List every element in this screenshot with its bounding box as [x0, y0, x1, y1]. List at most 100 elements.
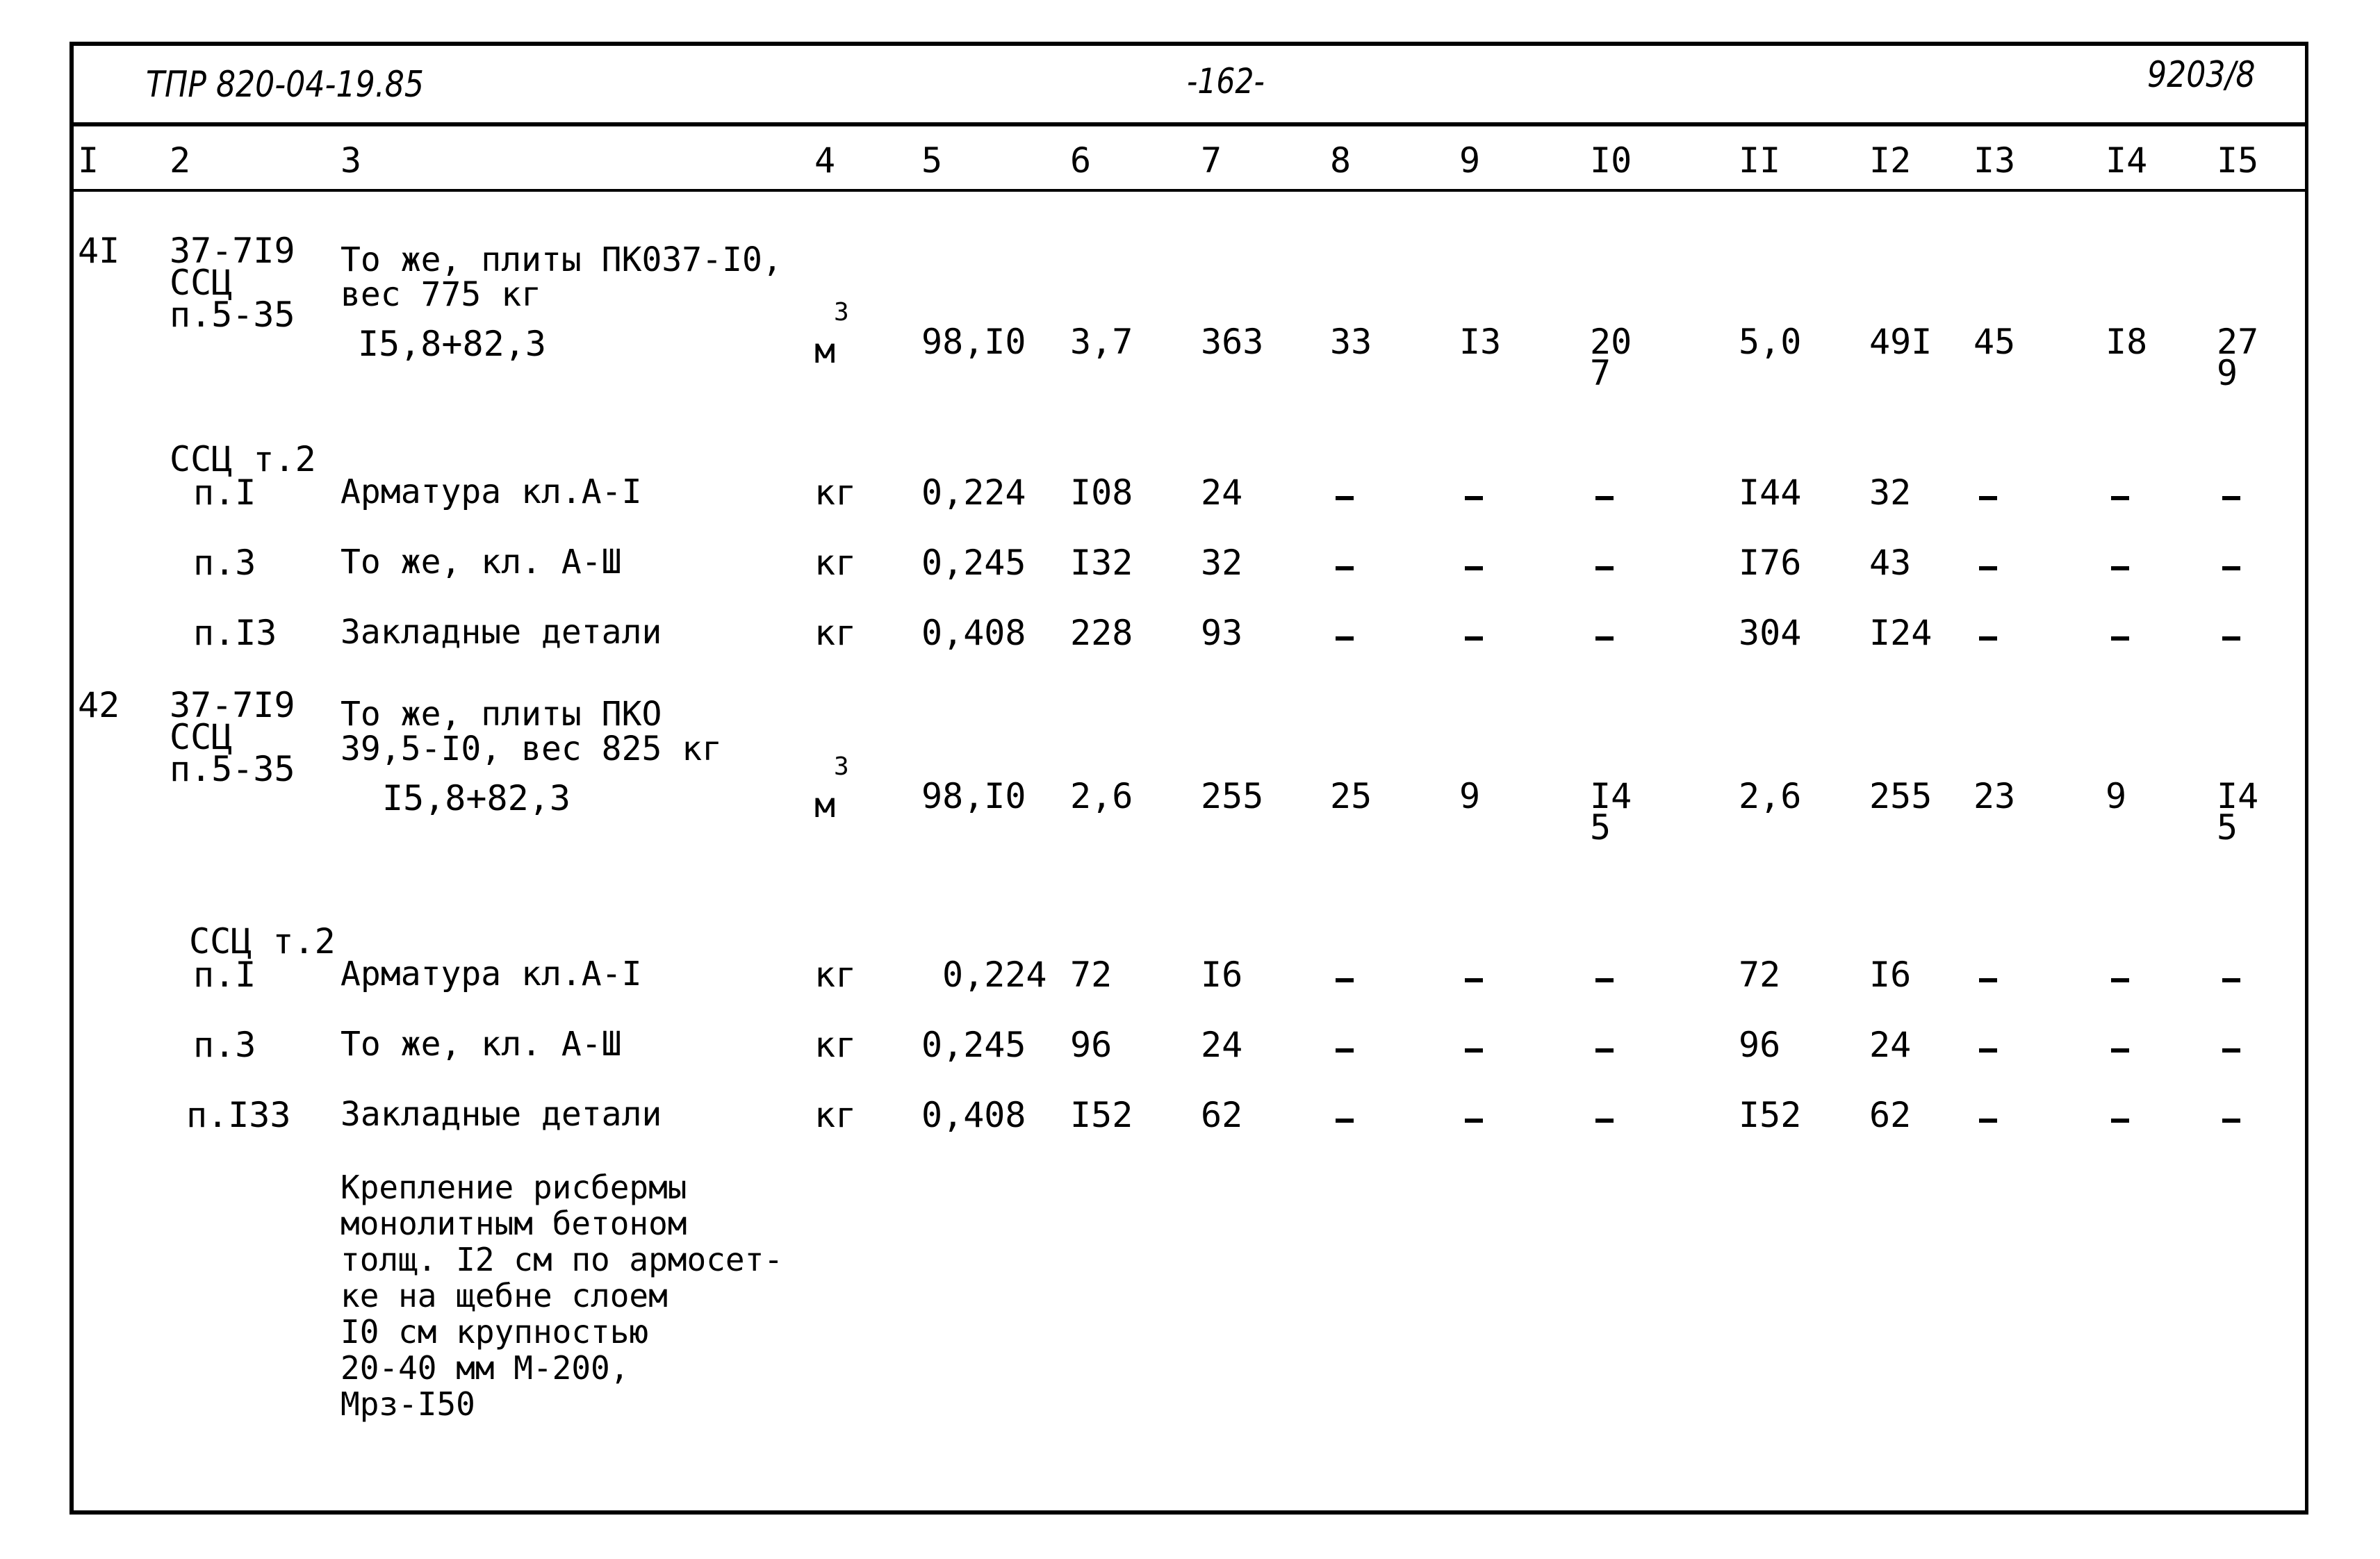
- value-col-9: 9: [1459, 776, 1481, 816]
- sub-row-unit: кг: [814, 613, 857, 653]
- empty-value-dash: [1979, 566, 1997, 570]
- sub-row-ref: п.I: [193, 472, 256, 513]
- empty-value-dash: [1336, 636, 1354, 641]
- sub-row-unit: кг: [814, 1025, 857, 1065]
- value-col-6: 2,6: [1070, 776, 1133, 816]
- sub-row-ref: п.3: [193, 543, 256, 583]
- unit: м: [814, 331, 836, 371]
- value-col-5: 98,I0: [921, 776, 1026, 816]
- sub-row-value-col-5: 0,408: [921, 1095, 1026, 1135]
- row-number: 42: [78, 685, 120, 725]
- sub-row-value-col-11: I76: [1739, 543, 1802, 583]
- sub-row-value-col-5: 0,245: [921, 1025, 1026, 1065]
- value-col-14: 9: [2106, 776, 2127, 816]
- value-col-8: 33: [1330, 322, 1372, 362]
- sub-row-unit: кг: [814, 1095, 857, 1135]
- empty-value-dash: [2222, 566, 2240, 570]
- doc-code: ТПР 820-04-19.85: [146, 64, 424, 106]
- sub-row-value-col-6: I32: [1070, 543, 1133, 583]
- value-col-15: 27 9: [2217, 322, 2259, 393]
- empty-value-dash: [1465, 1048, 1483, 1053]
- unit-exponent: 3: [834, 298, 849, 327]
- value-col-11: 2,6: [1739, 776, 1802, 816]
- note-text: Крепление рисбермы монолитным бетоном толщ…: [340, 1169, 783, 1423]
- sub-row-description: Закладные детали: [340, 1095, 662, 1134]
- note-line: монолитным бетоном: [340, 1204, 687, 1242]
- empty-value-dash: [1465, 978, 1483, 982]
- sub-row-ref: п.I33: [186, 1095, 291, 1135]
- note-line: толщ. I2 см по армосет-: [340, 1240, 783, 1278]
- value-col-13: 45: [1973, 322, 2016, 362]
- empty-value-dash: [2111, 496, 2129, 500]
- sub-row-description: То же, кл. А-Ш: [340, 1025, 622, 1064]
- sub-row-value-col-11: I44: [1739, 472, 1802, 513]
- column-number-3: 3: [340, 140, 362, 181]
- empty-value-dash: [1336, 1048, 1354, 1053]
- sub-row-value-col-7: I6: [1201, 955, 1243, 995]
- empty-value-dash: [2222, 636, 2240, 641]
- empty-value-dash: [1336, 566, 1354, 570]
- empty-value-dash: [1465, 636, 1483, 641]
- empty-value-dash: [2222, 496, 2240, 500]
- empty-value-dash: [1465, 566, 1483, 570]
- value-col-12: 49I: [1869, 322, 1932, 362]
- unit: м: [814, 785, 836, 825]
- sub-row-ref: п.I3: [193, 613, 277, 653]
- value-col-15: I4 5: [2217, 776, 2259, 848]
- empty-value-dash: [2222, 1119, 2240, 1123]
- value-col-8: 25: [1330, 776, 1372, 816]
- value-col-12: 255: [1869, 776, 1932, 816]
- empty-value-dash: [1595, 636, 1614, 641]
- sub-row-value-col-12: 32: [1869, 472, 1912, 513]
- column-number-15: I5: [2217, 140, 2259, 181]
- empty-value-dash: [1595, 978, 1614, 982]
- description-line: То же, плиты ПКО: [340, 695, 662, 734]
- sub-row-unit: кг: [814, 472, 857, 513]
- empty-value-dash: [1336, 496, 1354, 500]
- empty-value-dash: [1979, 496, 1997, 500]
- sheet-code: 9203/8: [2147, 54, 2256, 96]
- row-number: 4I: [78, 231, 120, 271]
- empty-value-dash: [2222, 1048, 2240, 1053]
- column-number-12: I2: [1869, 140, 1912, 181]
- sub-row-ref: п.3: [193, 1025, 256, 1065]
- empty-value-dash: [2111, 1119, 2129, 1123]
- empty-value-dash: [1465, 1119, 1483, 1123]
- column-header-divider: [69, 189, 2308, 192]
- sub-row-value-col-6: I08: [1070, 472, 1133, 513]
- sub-row-value-col-6: 72: [1070, 955, 1113, 995]
- value-col-14: I8: [2106, 322, 2148, 362]
- note-line: Мрз-I50: [340, 1385, 475, 1423]
- column-number-14: I4: [2106, 140, 2148, 181]
- value-col-13: 23: [1973, 776, 2016, 816]
- empty-value-dash: [1595, 1119, 1614, 1123]
- empty-value-dash: [2222, 978, 2240, 982]
- sub-row-value-col-12: I6: [1869, 955, 1912, 995]
- empty-value-dash: [2111, 1048, 2129, 1053]
- value-col-6: 3,7: [1070, 322, 1133, 362]
- empty-value-dash: [1979, 978, 1997, 982]
- value-col-7: 255: [1201, 776, 1264, 816]
- column-number-7: 7: [1201, 140, 1222, 181]
- sub-row-description: То же, кл. А-Ш: [340, 543, 622, 581]
- sub-row-value-col-5: 0,224: [921, 472, 1026, 513]
- unit-exponent: 3: [834, 752, 849, 781]
- column-number-5: 5: [921, 140, 943, 181]
- note-line: ке на щебне слоем: [340, 1276, 668, 1314]
- sub-row-value-col-7: 24: [1201, 472, 1243, 513]
- sub-row-description: Закладные детали: [340, 613, 662, 652]
- sub-row-value-col-5: 0,224: [942, 955, 1047, 995]
- column-number-2: 2: [170, 140, 191, 181]
- note-line: I0 см крупностью: [340, 1312, 649, 1351]
- empty-value-dash: [1595, 496, 1614, 500]
- header-divider: [69, 122, 2308, 126]
- empty-value-dash: [1595, 566, 1614, 570]
- sub-row-value-col-7: 93: [1201, 613, 1243, 653]
- sub-row-unit: кг: [814, 543, 857, 583]
- sub-header: ССЦ т.2: [170, 439, 316, 479]
- column-number-11: II: [1739, 140, 1781, 181]
- sub-row-ref: п.I: [193, 955, 256, 995]
- value-col-10: 20 7: [1590, 322, 1632, 393]
- sub-row-value-col-11: I52: [1739, 1095, 1802, 1135]
- sub-row-value-col-6: I52: [1070, 1095, 1133, 1135]
